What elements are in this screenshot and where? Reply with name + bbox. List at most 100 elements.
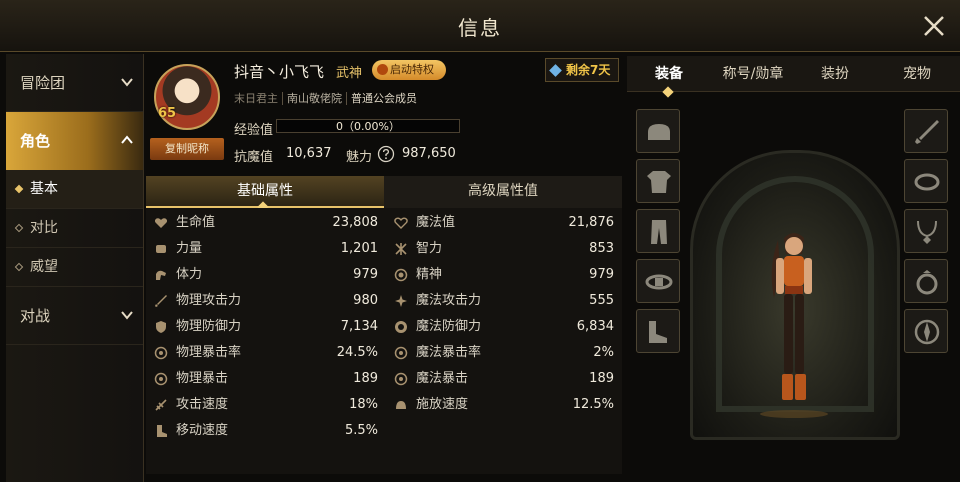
attribute-label: 体力 [176,267,203,282]
equip-slot-weapon[interactable] [904,109,948,153]
tab-avatar[interactable]: 装扮 [793,56,877,92]
level-badge: 65 [158,106,177,121]
tab-pet[interactable]: 宠物 [875,56,959,92]
attribute-label: 力量 [176,241,203,256]
shield-icon [156,321,166,333]
sidebar-item-battle[interactable]: 对战 [6,287,143,345]
attribute-label: 魔法防御力 [416,319,482,334]
shoes-icon [649,321,667,343]
attribute-row: 生命值 23,808 [146,210,382,236]
shirt-icon [647,171,671,193]
attribute-value: 189 [353,371,378,386]
attribute-row: 智力 853 [386,236,618,262]
equip-slot-pants[interactable] [636,209,680,253]
attribute-row: 物理防御力 7,134 [146,314,382,340]
sidebar-subitem-label: 对比 [30,220,58,236]
attribute-value: 980 [353,293,378,308]
diamond-icon [14,184,24,194]
attribute-label: 魔法暴击 [416,371,469,386]
chevron-down-icon [121,78,133,87]
attribute-value: 979 [589,267,614,282]
attribute-row: 物理暴击 189 [146,366,382,392]
equip-slot-belt[interactable] [636,259,680,303]
spirit-icon [394,268,408,282]
attribute-row: 施放速度 12.5% [386,392,618,418]
attribute-label: 施放速度 [416,397,469,412]
equipment-tabs: 装备 称号/勋章 装扮 宠物 [627,56,960,92]
remaining-days-badge: 剩余7天 [545,58,619,82]
tab-advanced-attributes[interactable]: 高级属性值 [384,176,622,208]
belt-icon [645,274,673,290]
crosshair-icon [154,346,168,360]
equip-slot-ring[interactable] [904,259,948,303]
magic-defense-icon [395,321,407,333]
copy-nickname-button[interactable]: 复制昵称 [150,138,224,160]
top-bar: 信息 [0,0,960,52]
attribute-value: 555 [589,293,614,308]
equip-slot-shoulder[interactable] [636,109,680,153]
sidebar-subitem-prestige[interactable]: 威望 [6,248,143,287]
sidebar-subitem-label: 基本 [30,181,58,197]
attribute-row: 攻击速度 18% [146,392,382,418]
attribute-label: 攻击速度 [176,397,229,412]
attribute-row: 物理攻击力 980 [146,288,382,314]
character-figure [760,233,828,418]
equip-slot-support[interactable] [904,309,948,353]
attribute-value: 18% [349,397,378,412]
attribute-value: 7,134 [340,319,378,334]
equip-slot-shoes[interactable] [636,309,680,353]
character-job: 武神 [336,66,363,81]
equip-slot-bracelet[interactable] [904,159,948,203]
sidebar-subitem-basic[interactable]: 基本 [6,170,143,209]
attribute-value: 6,834 [576,319,614,334]
speed-icon [155,399,167,411]
attribute-row: 魔法攻击力 555 [386,288,618,314]
diamond-icon [549,64,562,77]
activate-privilege-button[interactable]: 启动特权 [372,60,446,80]
sidebar-subitem-compare[interactable]: 对比 [6,209,143,248]
attribute-label: 物理防御力 [176,319,242,334]
attribute-label: 智力 [416,241,443,256]
attribute-value: 21,876 [568,215,615,230]
kangmo-label: 抗魔值 [234,150,274,165]
sidebar: 冒险团 角色 基本 对比 威望 对战 [6,54,144,482]
tab-titles-medals[interactable]: 称号/勋章 [711,56,795,92]
fist-icon [156,245,166,253]
magic-attack-icon [395,295,407,307]
attribute-row: 魔法暴击率 2% [386,340,618,366]
character-tags: 末日君主 南山敬佬院 普通公会成员 [234,90,421,106]
attribute-row: 魔法值 21,876 [386,210,618,236]
necklace-icon [917,220,937,244]
shoulder-icon [648,124,670,140]
attribute-row: 精神 979 [386,262,618,288]
privilege-icon [377,64,388,75]
attribute-label: 移动速度 [176,423,229,438]
boot-icon [157,425,167,437]
kangmo-value: 10,637 [286,146,332,161]
attribute-value: 189 [589,371,614,386]
equip-slot-top[interactable] [636,159,680,203]
exp-label: 经验值 [234,123,274,138]
attribute-value: 979 [353,267,378,282]
sidebar-item-adventure-team[interactable]: 冒险团 [6,54,143,112]
diamond-icon [14,262,24,272]
attribute-row: 移动速度 5.5% [146,418,382,444]
attribute-label: 魔法值 [416,215,456,230]
character-name: 抖音丶小飞飞 [234,63,325,81]
question-icon[interactable] [377,145,395,163]
remaining-days-text: 剩余7天 [566,63,611,77]
sidebar-subitem-label: 威望 [30,259,58,275]
diamond-icon [14,223,24,233]
sidebar-item-character[interactable]: 角色 [6,112,143,170]
attribute-row: 魔法暴击 189 [386,366,618,392]
sword-icon [155,295,167,307]
compass-icon [914,319,940,345]
charm-value: 987,650 [402,146,456,161]
sidebar-item-label: 对战 [20,307,51,325]
attribute-label: 魔法暴击率 [416,345,482,360]
equip-slot-necklace[interactable] [904,209,948,253]
arm-icon [156,270,166,280]
chevron-down-icon [121,311,133,320]
attribute-row: 力量 1,201 [146,236,382,262]
close-icon[interactable] [922,14,946,38]
